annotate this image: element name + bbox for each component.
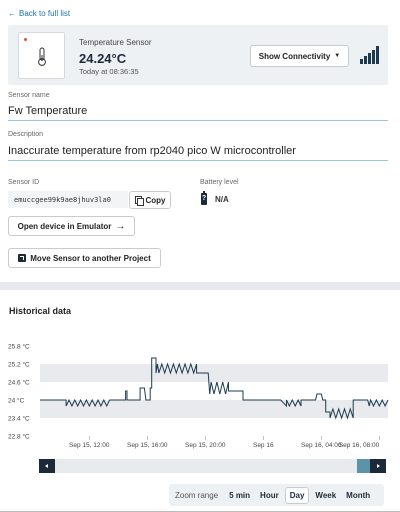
sensor-id-value: emuccgee99k9ae8jhuv3la0 (8, 191, 128, 208)
zoom-option-5min[interactable]: 5 min (225, 488, 254, 503)
sensor-name-label: Sensor name (8, 92, 50, 99)
copy-id-button[interactable]: Copy (129, 191, 171, 209)
battery-unknown-icon (201, 191, 207, 205)
scroll-right-button[interactable] (370, 459, 386, 473)
copy-label: Copy (145, 195, 166, 205)
sensor-header: Temperature Sensor 24.24°C Today at 08:3… (8, 25, 388, 85)
sensor-name-input[interactable]: Fw Temperature (8, 105, 87, 117)
x-tick-label: Sep 16, 04:00 (301, 442, 342, 449)
zoom-option-day[interactable]: Day (284, 486, 310, 504)
historical-data-title: Historical data (9, 306, 72, 316)
description-underline (8, 160, 388, 161)
sensor-name-underline (8, 120, 388, 121)
grid-band (40, 400, 388, 418)
zoom-option-hour[interactable]: Hour (256, 488, 283, 503)
description-input[interactable]: Inaccurate temperature from rp2040 pico … (8, 145, 296, 157)
caret-down-icon: ▼ (334, 53, 341, 59)
open-emulator-label: Open device in Emulator (17, 221, 112, 231)
chart-scroll-track[interactable] (39, 459, 386, 473)
sensor-type: Temperature Sensor (79, 38, 152, 47)
temperature-chart: 25.8 °C 25.2 °C 24.6 °C 24 °C 23.4 °C 22.8 °C… (8, 343, 389, 449)
back-to-list-link[interactable]: ← Back to full list (8, 9, 70, 18)
zoom-range-bar: Zoom range 5 min Hour Day Week Month (169, 484, 384, 506)
x-tick-label: Sep 16 (253, 442, 274, 449)
sensor-id-label: Sensor ID (8, 179, 40, 186)
status-dot-icon (24, 38, 27, 41)
move-sensor-button[interactable]: Move Sensor to another Project (8, 248, 161, 268)
y-tick-label: 24 °C (8, 397, 25, 405)
chart-scroll-thumb[interactable] (357, 459, 370, 473)
historical-data-panel: Historical data 25.8 °C 25.2 °C 24.6 °C 24 … (0, 290, 400, 512)
sensor-detail-card: ← Back to full list Temperature Sensor 24… (0, 0, 400, 282)
y-tick-label: 23.4 °C (8, 415, 30, 423)
copy-icon (134, 195, 144, 206)
y-tick-label: 24.6 °C (8, 379, 30, 387)
show-connectivity-button[interactable]: Show Connectivity ▼ (250, 45, 349, 67)
sensor-thumbnail (18, 32, 65, 79)
zoom-range-label: Zoom range (175, 490, 219, 500)
show-connectivity-label: Show Connectivity (258, 51, 331, 61)
x-tick-label: Sep 16, 08:00 (339, 442, 380, 449)
battery-value: N/A (215, 195, 229, 204)
battery-label: Battery level (200, 179, 239, 186)
arrow-left-icon: ← (8, 9, 16, 18)
signal-strength-icon (360, 46, 380, 64)
x-tick-label: Sep 15, 20:00 (185, 442, 226, 449)
sensor-timestamp: Today at 08:36:35 (79, 67, 139, 76)
move-icon (18, 254, 27, 262)
sensor-value: 24.24°C (79, 51, 127, 66)
zoom-option-month[interactable]: Month (342, 488, 374, 503)
y-tick-label: 25.2 °C (8, 361, 30, 369)
open-emulator-button[interactable]: Open device in Emulator → (8, 216, 135, 236)
zoom-option-week[interactable]: Week (311, 488, 340, 503)
move-sensor-label: Move Sensor to another Project (30, 253, 151, 263)
back-link-label: Back to full list (19, 9, 71, 18)
scroll-left-button[interactable] (39, 459, 55, 473)
x-tick-label: Sep 15, 12:00 (69, 442, 110, 449)
x-tick-label: Sep 15, 16:00 (127, 442, 168, 449)
arrow-right-icon: → (115, 220, 126, 232)
description-label: Description (8, 131, 44, 138)
y-tick-label: 22.8 °C (8, 433, 30, 441)
thermometer-icon (38, 47, 46, 66)
y-tick-label: 25.8 °C (8, 343, 30, 351)
grid-band (40, 364, 388, 382)
